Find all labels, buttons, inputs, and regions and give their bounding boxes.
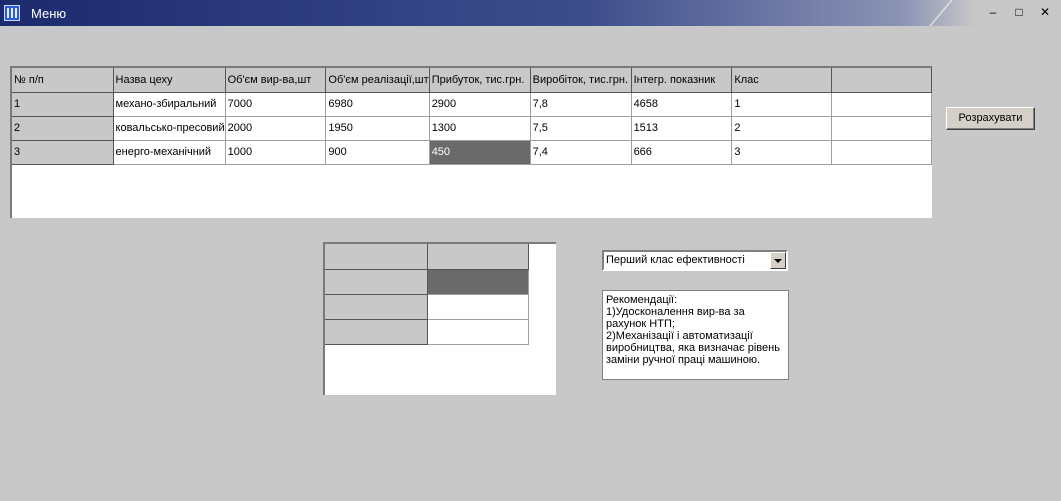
- grid-cell[interactable]: 7,4: [530, 140, 632, 165]
- grid-cell[interactable]: [427, 294, 529, 320]
- grid-cell[interactable]: 4658: [631, 92, 733, 117]
- header-cell: Клас: [731, 68, 833, 93]
- secondary-grid[interactable]: [323, 242, 556, 395]
- minimize-icon[interactable]: –: [987, 6, 999, 18]
- header-cell: Прибуток, тис.грн.: [429, 68, 531, 93]
- title-decoration: [929, 0, 993, 26]
- workshops-grid[interactable]: № п/п Назва цеху Об'єм вир-ва,шт Об'єм р…: [10, 66, 932, 218]
- efficiency-class-select[interactable]: Перший клас ефективності: [602, 250, 788, 271]
- grid-cell[interactable]: енерго-механічний: [113, 140, 226, 165]
- header-cell: Назва цеху: [113, 68, 226, 93]
- selected-grid-cell[interactable]: 450: [429, 140, 531, 165]
- header-cell: [831, 68, 932, 93]
- select-value: Перший клас ефективності: [606, 254, 745, 266]
- grid-cell[interactable]: 1: [731, 92, 833, 117]
- header-cell: [427, 244, 529, 270]
- selected-grid-cell[interactable]: [427, 269, 529, 295]
- grid-cell[interactable]: 900: [325, 140, 430, 165]
- table-row[interactable]: [325, 244, 529, 270]
- grid-cell[interactable]: 3: [731, 140, 833, 165]
- grid-cell[interactable]: ковальсько-пресовий: [113, 116, 226, 141]
- close-icon[interactable]: ✕: [1039, 6, 1051, 18]
- app-icon[interactable]: [4, 5, 20, 21]
- table-row[interactable]: [325, 294, 529, 320]
- grid-cell[interactable]: 6980: [325, 92, 430, 117]
- grid-cell[interactable]: 7000: [225, 92, 327, 117]
- grid-cell[interactable]: 7,5: [530, 116, 632, 141]
- calculate-button[interactable]: Розрахувати: [946, 107, 1035, 130]
- row-number-cell[interactable]: 2: [12, 116, 114, 141]
- window-title: Меню: [31, 6, 67, 21]
- header-cell: [325, 244, 428, 270]
- header-cell: Об'єм вир-ва,шт: [225, 68, 327, 93]
- grid-cell[interactable]: [427, 319, 529, 345]
- grid-cell[interactable]: [831, 140, 932, 165]
- grid-cell[interactable]: 2900: [429, 92, 531, 117]
- table-row[interactable]: 3 енерго-механічний 1000 900 450 7,4 666…: [12, 140, 932, 165]
- grid-cell[interactable]: 7,8: [530, 92, 632, 117]
- grid-cell[interactable]: [831, 116, 932, 141]
- header-cell: Інтегр. показник: [631, 68, 733, 93]
- table-row[interactable]: [325, 319, 529, 345]
- grid-cell[interactable]: 1513: [631, 116, 733, 141]
- grid-cell[interactable]: 1000: [225, 140, 327, 165]
- recommendations-memo[interactable]: Рекомендації: 1)Удосконалення вир-ва за …: [602, 290, 789, 380]
- grid-cell[interactable]: 1950: [325, 116, 430, 141]
- table-row[interactable]: [325, 269, 529, 295]
- table-row[interactable]: 2 ковальсько-пресовий 2000 1950 1300 7,5…: [12, 116, 932, 141]
- grid-cell[interactable]: 1300: [429, 116, 531, 141]
- grid-cell[interactable]: 2000: [225, 116, 327, 141]
- header-cell: № п/п: [12, 68, 114, 93]
- row-number-cell[interactable]: 1: [12, 92, 114, 117]
- grid-cell[interactable]: 666: [631, 140, 733, 165]
- window-controls: – □ ✕: [987, 6, 1051, 18]
- header-cell: Виробіток, тис.грн.: [530, 68, 632, 93]
- row-header-cell[interactable]: [325, 294, 428, 320]
- grid-cell[interactable]: механо-збиральний: [113, 92, 226, 117]
- grid-header-row: № п/п Назва цеху Об'єм вир-ва,шт Об'єм р…: [12, 68, 932, 93]
- row-number-cell[interactable]: 3: [12, 140, 114, 165]
- title-bar: Меню – □ ✕: [0, 0, 1061, 26]
- chevron-down-icon[interactable]: [770, 252, 786, 269]
- row-header-cell[interactable]: [325, 319, 428, 345]
- maximize-icon[interactable]: □: [1013, 6, 1025, 18]
- grid-cell[interactable]: 2: [731, 116, 833, 141]
- table-row[interactable]: 1 механо-збиральний 7000 6980 2900 7,8 4…: [12, 92, 932, 117]
- grid-cell[interactable]: [831, 92, 932, 117]
- header-cell: Об'єм реалізації,шт: [325, 68, 430, 93]
- row-header-cell[interactable]: [325, 269, 428, 295]
